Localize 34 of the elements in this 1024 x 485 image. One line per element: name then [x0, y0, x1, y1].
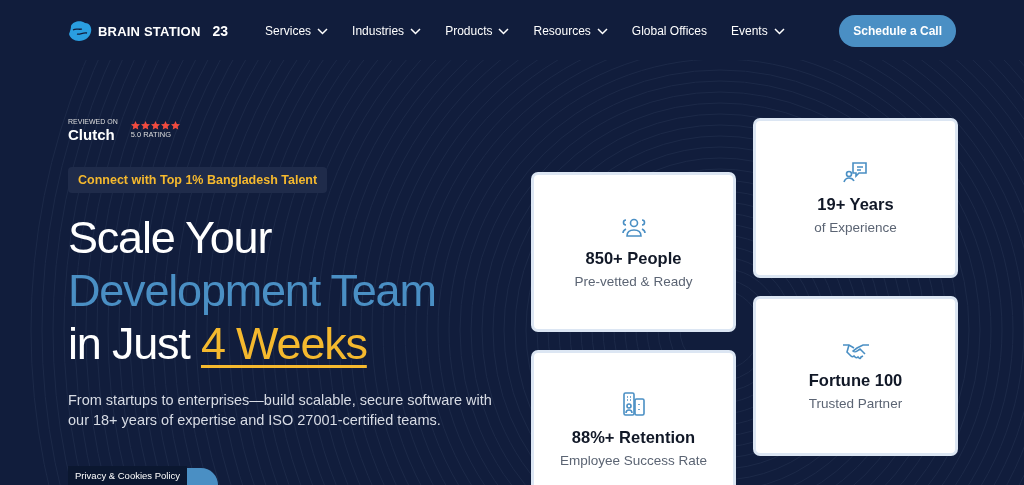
- stat-subtitle: Trusted Partner: [808, 396, 903, 411]
- nav-link[interactable]: Resources: [533, 24, 608, 38]
- stat-title: Fortune 100: [808, 371, 903, 390]
- talent-tag: Connect with Top 1% Bangladesh Talent: [68, 167, 328, 193]
- nav-link[interactable]: Industries: [352, 24, 422, 38]
- headline-text: Development Team: [68, 265, 436, 316]
- hero-description: From startups to enterprises—build scalable, secure software with our 18+ years of expertise and ISO 27001-certified teams.: [68, 391, 493, 430]
- headline-text: 4 Weeks: [200, 318, 367, 369]
- partial-button[interactable]: [187, 468, 219, 485]
- nav-link[interactable]: Products: [445, 24, 510, 38]
- star-icon: [140, 120, 150, 130]
- nav-link[interactable]: Events: [731, 24, 785, 38]
- handshake-icon: [841, 341, 870, 361]
- stat-title: 19+ Years: [817, 195, 894, 214]
- headline-text: Scale Your: [68, 212, 272, 263]
- logo-icon: [68, 20, 92, 42]
- star-icon: [130, 120, 140, 130]
- star-icon: [150, 120, 160, 130]
- brand-number: 23: [212, 23, 229, 39]
- stat-subtitle: of Experience: [814, 220, 897, 235]
- clutch-wordmark: Clutch: [68, 126, 115, 143]
- building-person-icon: [621, 392, 646, 418]
- star-icon: [160, 120, 170, 130]
- stat-subtitle: Pre-vetted & Ready: [574, 274, 693, 289]
- nav-link[interactable]: Global Offices: [631, 24, 707, 38]
- headline-text: in Just: [68, 318, 192, 369]
- person-chat-icon: [842, 161, 869, 185]
- cookie-policy-badge[interactable]: Privacy & Cookies Policy: [68, 466, 188, 485]
- brand-name: BRAIN STATION: [98, 23, 201, 39]
- star-icon: [170, 120, 180, 130]
- nav-link[interactable]: Services: [265, 24, 329, 38]
- stat-title: 850+ People: [585, 249, 682, 268]
- stat-subtitle: Employee Success Rate: [559, 453, 708, 468]
- stat-title: 88%+ Retention: [571, 428, 696, 447]
